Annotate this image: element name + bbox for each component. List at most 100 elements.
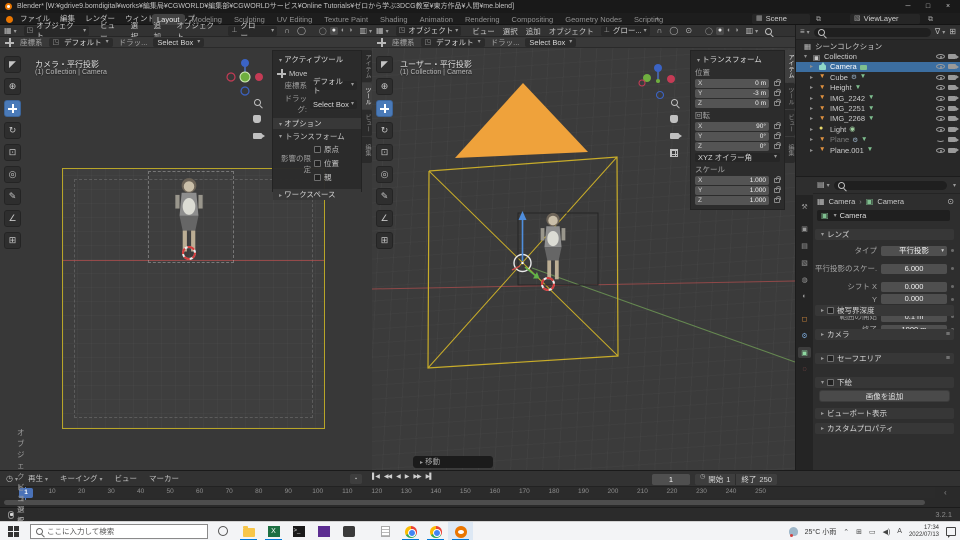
view-layer-selector[interactable]: ▧ ViewLayer	[850, 14, 920, 24]
workspace-tab-compositing[interactable]: Compositing	[507, 14, 559, 25]
scene-selector[interactable]: ▦ Scene	[752, 14, 810, 24]
scale-value-field[interactable]: X 1.000	[695, 176, 769, 185]
measure-tool[interactable]: ∠	[4, 210, 21, 227]
lock-icon[interactable]	[774, 141, 781, 149]
options-panel-header[interactable]: ▾ オプション	[273, 118, 361, 129]
location-value-field[interactable]: Y -3 m	[695, 89, 769, 98]
editor-type-icon[interactable]: ▤ ▾	[817, 181, 830, 190]
mode-dropdown[interactable]: ◳ オブジェクト ▾	[395, 26, 462, 36]
property-value-field[interactable]: 平行投影 ▾	[881, 245, 947, 256]
timeline-menu--[interactable]: マーカー▾	[149, 473, 179, 484]
playback-jump-to-start[interactable]: ▌◀	[372, 473, 380, 480]
proportional-edit-icon[interactable]: ◯	[297, 27, 306, 35]
viewport-menu-item[interactable]: 選択	[503, 26, 518, 37]
new-collection-icon[interactable]: ⊞	[949, 28, 956, 36]
transform-subpanel-header[interactable]: ▾ トランスフォーム	[273, 129, 361, 142]
pivot-point-icon[interactable]: ⊙	[685, 27, 692, 35]
pan-hand-icon[interactable]	[251, 113, 263, 125]
scale-value-field[interactable]: Y 1.000	[695, 186, 769, 195]
sidebar-tab--[interactable]: アイテム	[785, 50, 795, 82]
animate-dot[interactable]	[951, 297, 954, 301]
workspace-tab-texture-paint[interactable]: Texture Paint	[319, 14, 373, 25]
disable-render-toggle[interactable]	[948, 147, 959, 153]
tab-modifiers-icon[interactable]: ⚙	[798, 330, 811, 341]
disable-render-toggle[interactable]	[948, 64, 959, 70]
panel--[interactable]: ▸ セーフエリア ≡	[815, 353, 954, 364]
disable-render-toggle[interactable]	[948, 116, 959, 122]
disclosure-icon[interactable]: ▸	[810, 136, 816, 143]
workspace-tab-scripting[interactable]: Scripting	[629, 14, 668, 25]
workspace-tab-uv-editing[interactable]: UV Editing	[272, 14, 317, 25]
taskbar-app-chrome-2[interactable]	[423, 522, 448, 540]
playback-play-reverse[interactable]: ◀	[396, 473, 401, 480]
cortana-icon[interactable]	[218, 526, 228, 536]
lock-icon[interactable]	[774, 121, 781, 129]
taskbar-app-terminal[interactable]	[286, 522, 311, 540]
location-value-field[interactable]: Z0 m	[695, 99, 769, 108]
disable-render-toggle[interactable]	[948, 54, 959, 60]
hide-viewport-toggle[interactable]	[936, 64, 945, 70]
taskbar-app-app-dark[interactable]	[336, 522, 361, 540]
timeline-scrollbar[interactable]	[4, 500, 925, 505]
volume-icon[interactable]: ◀)	[883, 528, 891, 536]
editor-type-icon[interactable]: ▦ ▾	[376, 27, 389, 36]
coord-dropdown[interactable]: ◳ デフォルト ▾	[48, 38, 113, 47]
active-tool-icon[interactable]	[377, 38, 386, 47]
disable-render-toggle[interactable]	[948, 85, 959, 91]
close-button[interactable]: ×	[938, 0, 958, 13]
disable-render-toggle[interactable]	[948, 95, 959, 101]
update-icon[interactable]: ⊞	[856, 528, 862, 536]
panel-underlay[interactable]: ▾ 下絵	[815, 377, 954, 388]
hide-viewport-toggle[interactable]	[936, 147, 945, 153]
active-tool-icon[interactable]	[5, 38, 14, 47]
breadcrumb-data[interactable]: Camera	[877, 197, 904, 206]
tray-chevron-icon[interactable]: ⌃	[843, 528, 849, 536]
tab-world-icon[interactable]: ◐	[798, 291, 811, 302]
lock-icon[interactable]	[774, 195, 781, 203]
scale-tool[interactable]: ⊡	[4, 144, 21, 161]
add-cube-tool[interactable]: ⊞	[376, 232, 393, 249]
add-image-button[interactable]: 画像を追加	[819, 390, 950, 402]
taskbar-app-vstudio[interactable]	[311, 522, 336, 540]
property-value-field[interactable]: 6.000▾	[881, 263, 947, 274]
hide-viewport-toggle[interactable]	[936, 116, 945, 122]
transform-tool[interactable]: ◎	[376, 166, 393, 183]
measure-tool[interactable]: ∠	[376, 210, 393, 227]
limit-option-checkbox[interactable]: 位置	[314, 158, 339, 169]
hide-viewport-toggle[interactable]	[936, 74, 945, 80]
timeline-menu--[interactable]: 再生 ▾	[28, 473, 48, 484]
shading-material-icon[interactable]: ◐	[727, 27, 731, 35]
outliner-item-light[interactable]: ▸ Light ⚙	[796, 124, 960, 134]
blender-menu-icon[interactable]	[6, 16, 13, 23]
panel-header[interactable]: ▾ トランスフォーム	[691, 51, 784, 67]
disclosure-icon[interactable]: ▸	[810, 63, 816, 70]
sidebar-tab--[interactable]: ビュー	[785, 110, 795, 136]
disable-render-toggle[interactable]	[948, 137, 959, 143]
end-frame-field[interactable]: 終了 250	[736, 473, 777, 485]
outliner-item-plane-001[interactable]: ▸ Plane.001 ⚙	[796, 145, 960, 155]
panel--[interactable]: ▸ カスタムプロパティ	[815, 423, 954, 434]
shading-wireframe-icon[interactable]: ◯	[705, 27, 713, 35]
operator-redo-panel[interactable]: ▸ 移動	[413, 456, 493, 468]
drag-dropdown[interactable]: Select Box ▾	[153, 38, 205, 47]
editor-type-icon[interactable]: ▦ ▾	[4, 27, 17, 36]
disable-render-toggle[interactable]	[948, 126, 959, 132]
hide-viewport-toggle[interactable]	[936, 106, 945, 112]
viewport-menu-item[interactable]: 追加	[526, 26, 541, 37]
annotate-tool[interactable]: ✎	[376, 188, 393, 205]
add-cube-tool[interactable]: ⊞	[4, 232, 21, 249]
sidebar-tab--[interactable]: ツール	[362, 83, 372, 109]
minimize-button[interactable]: ─	[898, 0, 918, 13]
ime-indicator[interactable]: A	[897, 528, 902, 535]
options-icon[interactable]: ▾	[953, 182, 956, 189]
tab-physics-icon[interactable]: ◌	[798, 364, 811, 375]
display-mode-icon[interactable]: ≡ ▾	[800, 28, 810, 37]
new-scene-icon[interactable]: ⧉	[816, 16, 821, 24]
rotate-tool[interactable]: ↻	[4, 122, 21, 139]
grid-toggle-icon[interactable]	[668, 147, 680, 159]
new-view-layer-icon[interactable]: ⧉	[928, 16, 933, 24]
outliner-collection[interactable]: ▾ ▣ Collection	[796, 51, 960, 62]
lock-icon[interactable]	[774, 78, 781, 86]
taskbar-search-input[interactable]: ここに入力して検索	[30, 524, 208, 539]
lock-icon[interactable]	[774, 185, 781, 193]
